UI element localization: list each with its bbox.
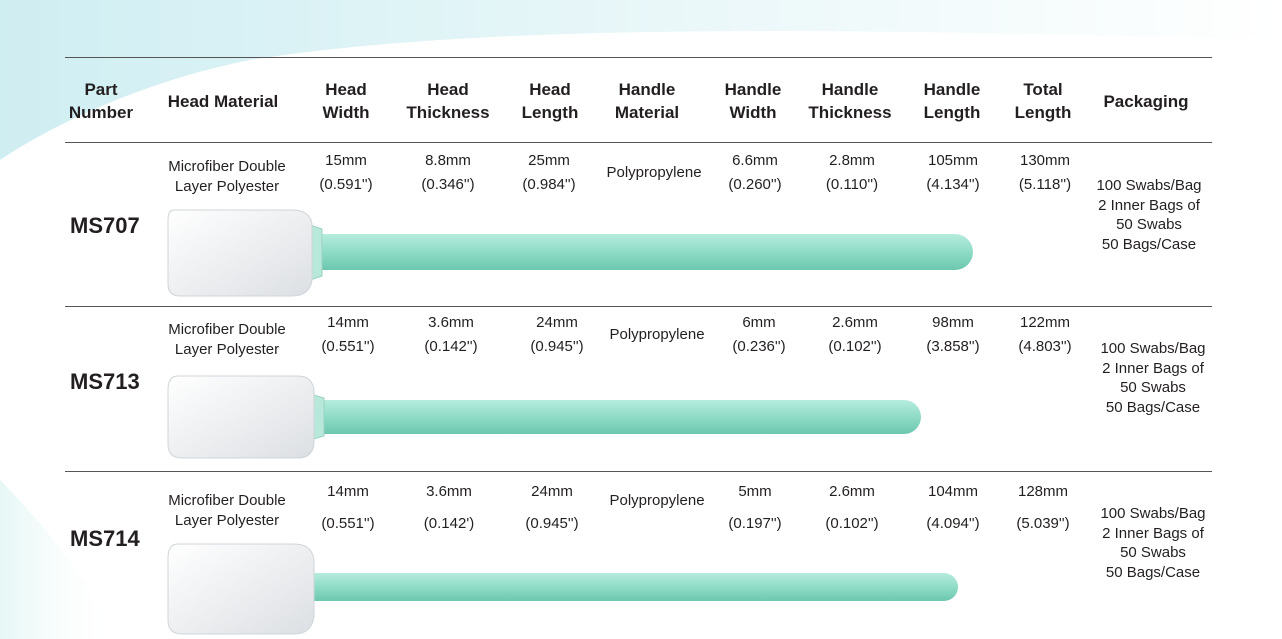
header-bottom-rule bbox=[65, 142, 1212, 143]
swab-image bbox=[167, 543, 958, 635]
swab-image bbox=[167, 375, 921, 459]
packaging-value: 100 Swabs/Bag 2 Inner Bags of 50 Swabs 5… bbox=[1100, 340, 1206, 416]
head-width-value: 14mm (0.551'') bbox=[321, 314, 375, 355]
head-width-value: 14mm (0.551'') bbox=[321, 483, 375, 532]
header-handle-material: Handle Material bbox=[614, 80, 680, 122]
header-part-number: Part Number bbox=[68, 80, 134, 122]
swab-image bbox=[167, 209, 973, 297]
total-length-value: 128mm (5.039'') bbox=[1016, 483, 1070, 532]
handle-material-value: Polypropylene bbox=[609, 326, 705, 343]
handle-length-value: 105mm (4.134'') bbox=[926, 152, 980, 193]
header-head-thickness: Head Thickness bbox=[406, 80, 490, 122]
handle-material-value: Polypropylene bbox=[606, 164, 702, 181]
head-length-value: 25mm (0.984'') bbox=[522, 152, 576, 193]
header-packaging: Packaging bbox=[1103, 92, 1189, 111]
row-divider bbox=[65, 471, 1212, 472]
row-divider bbox=[65, 306, 1212, 307]
head-thickness-value: 3.6mm (0.142') bbox=[423, 483, 475, 532]
part-number: MS707 bbox=[70, 213, 140, 238]
handle-thickness-value: 2.6mm (0.102'') bbox=[825, 483, 879, 532]
header-head-width: Head Width bbox=[322, 80, 370, 122]
head-thickness-value: 3.6mm (0.142'') bbox=[424, 314, 478, 355]
header-handle-width: Handle Width bbox=[724, 80, 782, 122]
handle-thickness-value: 2.8mm (0.110'') bbox=[825, 152, 879, 193]
header-handle-thickness: Handle Thickness bbox=[808, 80, 892, 122]
handle-material-value: Polypropylene bbox=[609, 492, 705, 509]
packaging-value: 100 Swabs/Bag 2 Inner Bags of 50 Swabs 5… bbox=[1096, 177, 1202, 253]
handle-width-value: 6mm (0.236'') bbox=[732, 314, 786, 355]
handle-thickness-value: 2.6mm (0.102'') bbox=[828, 314, 882, 355]
head-length-value: 24mm (0.945'') bbox=[530, 314, 584, 355]
handle-width-value: 5mm (0.197'') bbox=[728, 483, 782, 532]
handle-width-value: 6.6mm (0.260'') bbox=[728, 152, 782, 193]
table-top-rule bbox=[65, 57, 1212, 58]
head-width-value: 15mm (0.591'') bbox=[319, 152, 373, 193]
total-length-value: 122mm (4.803'') bbox=[1018, 314, 1072, 355]
header-head-material: Head Material bbox=[167, 92, 279, 111]
part-number: MS713 bbox=[70, 369, 140, 394]
head-thickness-value: 8.8mm (0.346'') bbox=[421, 152, 475, 193]
handle-length-value: 104mm (4.094'') bbox=[926, 483, 980, 532]
handle-length-value: 98mm (3.858'') bbox=[926, 314, 980, 355]
swab-spec-table: Part Number Head Material Head Width Hea… bbox=[0, 0, 1282, 639]
header-head-length: Head Length bbox=[521, 80, 579, 122]
head-material-value: Microfiber Double Layer Polyester bbox=[168, 321, 286, 358]
part-number: MS714 bbox=[70, 526, 140, 551]
head-length-value: 24mm (0.945'') bbox=[525, 483, 579, 532]
head-material-value: Microfiber Double Layer Polyester bbox=[168, 158, 286, 195]
head-material-value: Microfiber Double Layer Polyester bbox=[168, 492, 286, 529]
header-total-length: Total Length bbox=[1014, 80, 1072, 122]
packaging-value: 100 Swabs/Bag 2 Inner Bags of 50 Swabs 5… bbox=[1100, 505, 1206, 581]
